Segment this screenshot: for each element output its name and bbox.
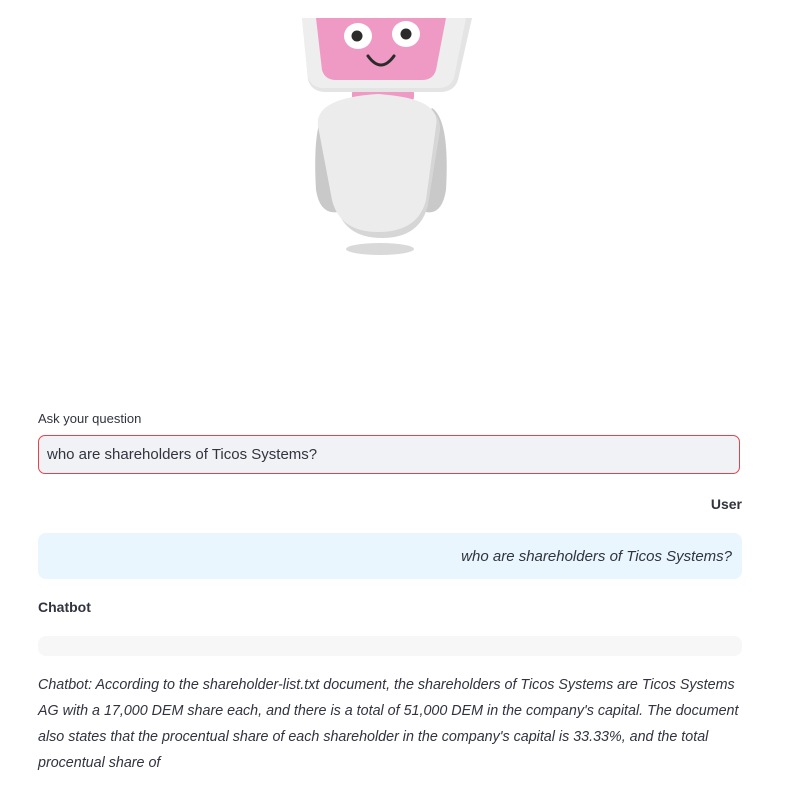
question-label: Ask your question <box>38 411 142 426</box>
user-message-text: who are shareholders of Ticos Systems? <box>461 547 732 565</box>
bot-message-text: Chatbot: According to the shareholder-li… <box>38 677 739 771</box>
user-message-bubble: who are shareholders of Ticos Systems? <box>38 533 742 579</box>
bot-message-bubble <box>38 636 742 656</box>
robot-mascot-icon <box>302 18 472 255</box>
user-label: User <box>710 496 742 512</box>
chatbot-label: Chatbot <box>38 599 91 615</box>
chat-page: Ask your question User who are sharehold… <box>0 0 792 804</box>
robot-mascot <box>290 0 480 270</box>
question-input[interactable] <box>38 435 740 474</box>
